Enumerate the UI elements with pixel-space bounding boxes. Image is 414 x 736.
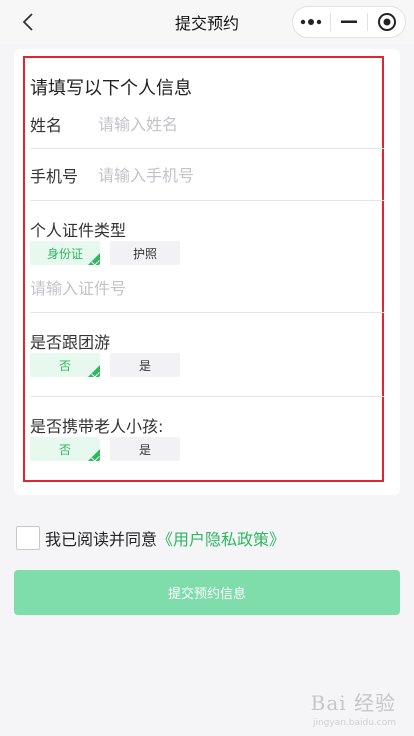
agreement-checkbox[interactable] xyxy=(16,526,40,550)
more-dots-icon xyxy=(301,19,322,25)
id-number-input[interactable] xyxy=(30,278,370,298)
section-title: 请填写以下个人信息 xyxy=(30,78,192,99)
elder-child-option-yes[interactable]: 是 xyxy=(110,437,180,461)
phone-input[interactable] xyxy=(98,165,358,185)
id-number-field-row xyxy=(30,266,384,310)
phone-label: 手机号 xyxy=(30,167,79,186)
divider xyxy=(30,312,384,313)
mini-program-capsule xyxy=(292,6,406,38)
option-label: 否 xyxy=(58,442,71,457)
option-label: 是 xyxy=(138,358,151,373)
agreement-text: 我已阅读并同意 xyxy=(45,530,158,549)
option-label: 是 xyxy=(138,442,151,457)
name-input[interactable] xyxy=(98,114,358,134)
divider xyxy=(30,148,384,149)
option-label: 否 xyxy=(58,358,71,373)
target-circle-icon xyxy=(377,13,396,31)
id-type-option-passport[interactable]: 护照 xyxy=(110,241,180,265)
group-tour-label: 是否跟团游 xyxy=(30,333,111,352)
divider xyxy=(30,396,384,397)
watermark-text: Bai 经验 xyxy=(310,691,396,715)
elder-child-option-no[interactable]: 否 xyxy=(30,437,100,461)
back-button[interactable] xyxy=(16,10,40,34)
agreement-row: 我已阅读并同意 《用户隐私政策》 xyxy=(16,526,285,550)
group-tour-option-yes[interactable]: 是 xyxy=(110,353,180,377)
group-tour-option-no[interactable]: 否 xyxy=(30,353,100,377)
check-icon xyxy=(91,257,100,265)
name-field-row: 姓名 xyxy=(30,102,384,146)
page-title: 提交预约 xyxy=(174,14,239,33)
close-mini-program-button[interactable] xyxy=(368,7,405,37)
chevron-left-icon xyxy=(22,13,33,31)
navigation-bar: 提交预约 xyxy=(0,0,414,44)
submit-button[interactable]: 提交预约信息 xyxy=(14,570,400,615)
more-button[interactable] xyxy=(293,7,330,37)
baidu-jingyan-watermark: Bai 经验 jingyan.baidu.com xyxy=(310,687,396,728)
id-type-label: 个人证件类型 xyxy=(30,221,127,240)
option-label: 身份证 xyxy=(46,246,83,261)
phone-field-row: 手机号 xyxy=(30,153,384,197)
check-icon xyxy=(91,369,100,377)
minimize-button[interactable] xyxy=(331,7,368,37)
privacy-policy-link[interactable]: 《用户隐私政策》 xyxy=(157,526,285,550)
id-type-option-idcard[interactable]: 身份证 xyxy=(30,241,100,265)
check-icon xyxy=(91,453,100,461)
watermark-url: jingyan.baidu.com xyxy=(312,718,396,728)
minimize-icon xyxy=(341,20,357,23)
divider xyxy=(30,200,384,201)
name-label: 姓名 xyxy=(30,116,63,135)
elder-child-label: 是否携带老人小孩: xyxy=(30,417,164,436)
option-label: 护照 xyxy=(132,246,157,261)
